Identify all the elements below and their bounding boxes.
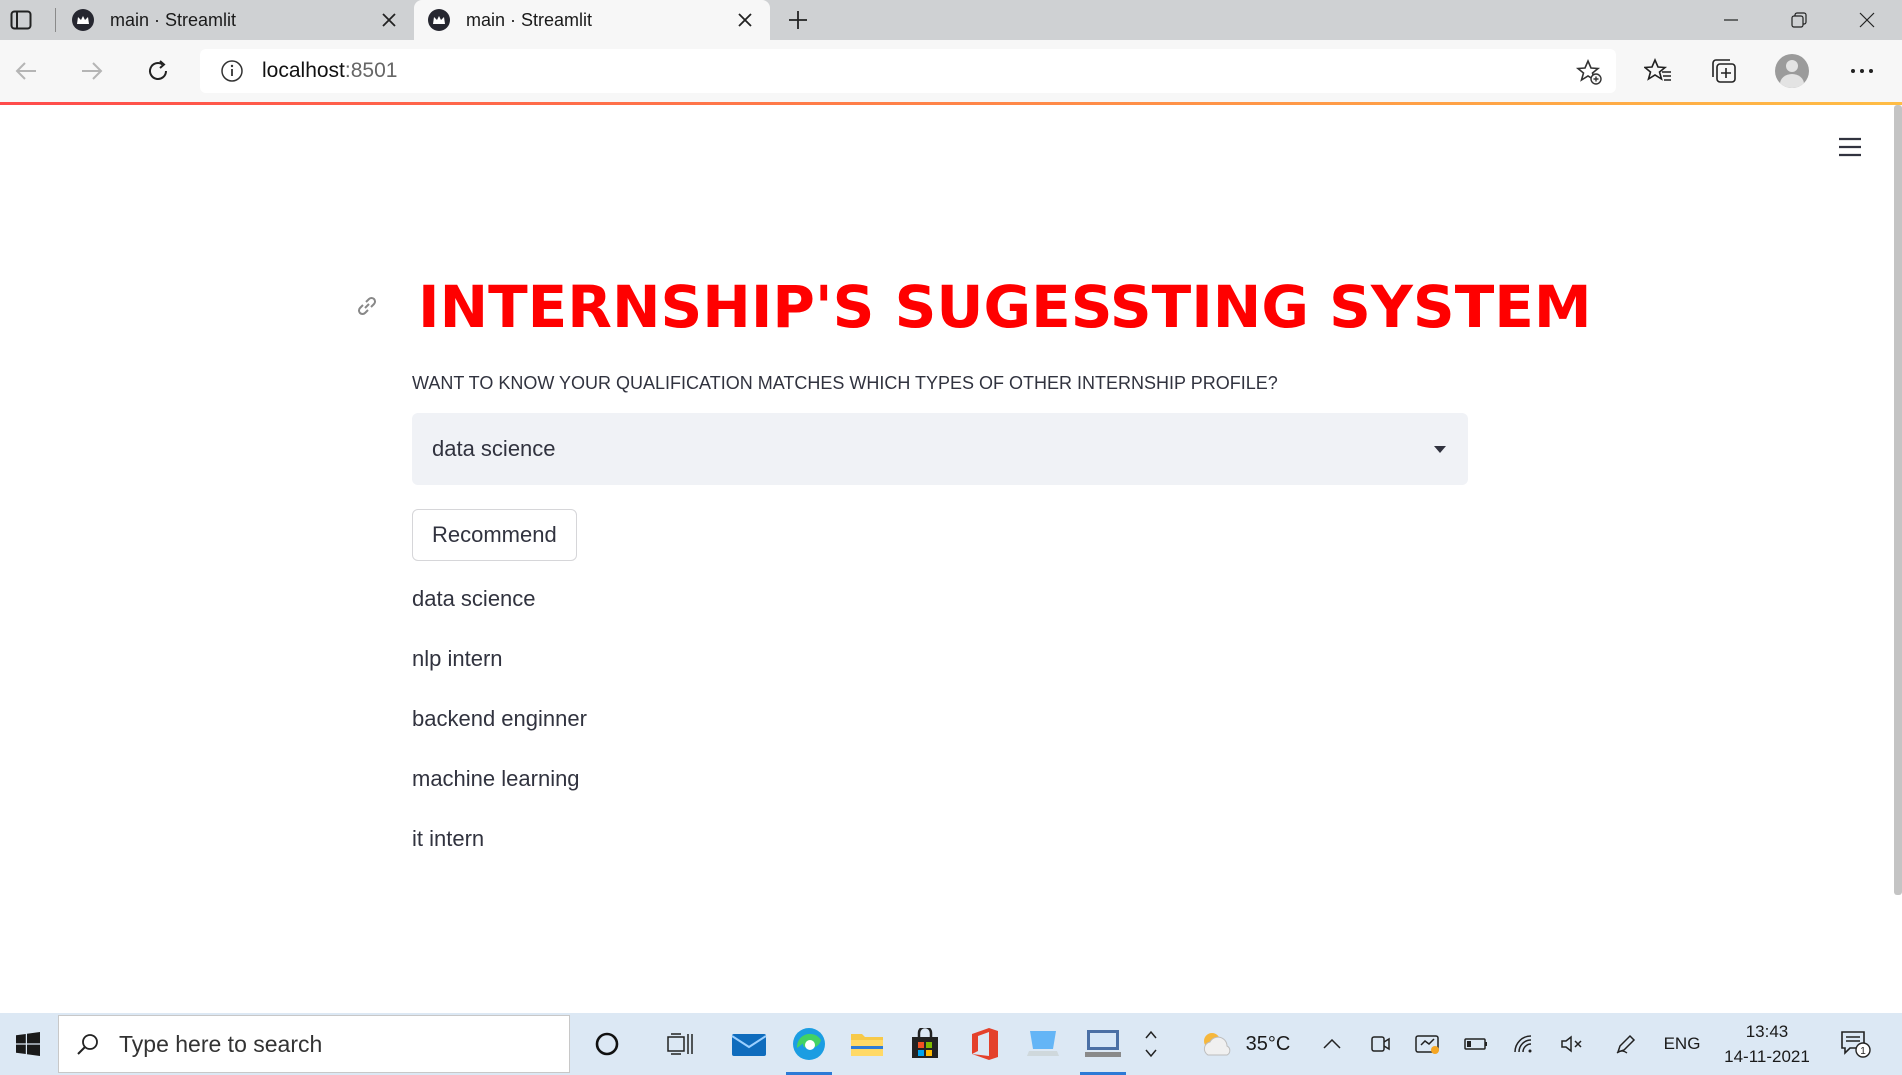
volume-muted-icon[interactable] xyxy=(1556,1013,1588,1075)
tab-actions-icon[interactable] xyxy=(6,6,36,34)
profile-avatar-icon[interactable] xyxy=(1772,51,1812,91)
microsoft-store-icon[interactable] xyxy=(896,1013,954,1075)
list-item: nlp intern xyxy=(412,646,503,671)
input-language[interactable]: ENG xyxy=(1660,1013,1704,1075)
recommend-button[interactable]: Recommend xyxy=(412,509,577,561)
streamlit-favicon-icon xyxy=(428,9,450,31)
show-hidden-icons-chevron-icon[interactable] xyxy=(1316,1013,1348,1075)
more-options-icon[interactable] xyxy=(1842,51,1882,91)
new-tab-button[interactable] xyxy=(782,4,814,36)
meet-now-icon[interactable] xyxy=(1364,1013,1396,1075)
cortana-icon[interactable] xyxy=(578,1013,636,1075)
taskbar-search-box[interactable]: Type here to search xyxy=(58,1015,570,1073)
browser-tab-strip: main · Streamlit main · Streamlit xyxy=(0,0,1902,40)
recommendation-list: data science nlp intern backend enginner… xyxy=(412,585,587,885)
clock-time: 13:43 xyxy=(1745,1022,1789,1041)
office-icon[interactable] xyxy=(956,1013,1014,1075)
chevron-down-icon xyxy=(1432,441,1448,457)
url-port: :8501 xyxy=(344,59,398,82)
this-pc-icon[interactable] xyxy=(1014,1013,1072,1075)
mail-app-icon[interactable] xyxy=(720,1013,778,1075)
taskbar-clock[interactable]: 13:43 14-11-2021 xyxy=(1712,1019,1822,1069)
pen-workspace-icon[interactable] xyxy=(1610,1013,1642,1075)
close-tab-icon[interactable] xyxy=(734,9,756,31)
streamlit-favicon-icon xyxy=(72,9,94,31)
browser-tab-1[interactable]: main · Streamlit xyxy=(58,0,414,40)
notifications-icon[interactable]: 1 xyxy=(1836,1013,1876,1075)
close-window-icon[interactable] xyxy=(1834,0,1900,40)
browser-toolbar: localhost:8501 xyxy=(0,40,1902,102)
page-scrollbar[interactable] xyxy=(1894,105,1902,895)
list-item: backend enginner xyxy=(412,706,587,731)
remote-desktop-icon[interactable] xyxy=(1074,1013,1132,1075)
weather-temperature[interactable]: 35°C xyxy=(1240,1013,1296,1075)
collections-icon[interactable] xyxy=(1704,51,1744,91)
add-favorite-star-icon[interactable] xyxy=(1574,57,1604,87)
windows-start-icon[interactable] xyxy=(0,1013,56,1075)
battery-icon[interactable] xyxy=(1460,1013,1492,1075)
streamlit-app: INTERNSHIP'S SUGESSTING SYSTEM WANT TO K… xyxy=(0,105,1894,1013)
search-icon xyxy=(73,1029,103,1059)
taskbar-scroll-arrows-icon[interactable] xyxy=(1138,1013,1164,1075)
close-tab-icon[interactable] xyxy=(378,9,400,31)
tab-separator xyxy=(55,8,56,32)
wifi-icon[interactable] xyxy=(1508,1013,1540,1075)
reload-icon[interactable] xyxy=(138,51,178,91)
tab-title: main · Streamlit xyxy=(110,9,237,30)
favorites-icon[interactable] xyxy=(1638,51,1678,91)
minimize-icon[interactable] xyxy=(1698,0,1764,40)
windows-taskbar: Type here to search 35°C ENG 13:43 14-11… xyxy=(0,1013,1902,1075)
onedrive-sync-icon[interactable] xyxy=(1412,1013,1444,1075)
url-host: localhost xyxy=(262,59,345,82)
restore-icon[interactable] xyxy=(1766,0,1832,40)
edge-browser-icon[interactable] xyxy=(780,1013,838,1075)
file-explorer-icon[interactable] xyxy=(838,1013,896,1075)
forward-arrow-icon[interactable] xyxy=(72,51,112,91)
list-item: it intern xyxy=(412,826,485,851)
profile-select[interactable]: data science xyxy=(412,413,1468,485)
task-view-icon[interactable] xyxy=(652,1013,710,1075)
address-bar[interactable]: localhost:8501 xyxy=(200,49,1616,93)
link-anchor-icon[interactable] xyxy=(352,291,382,321)
search-placeholder: Type here to search xyxy=(119,1030,323,1057)
select-label: WANT TO KNOW YOUR QUALIFICATION MATCHES … xyxy=(412,373,1278,393)
clock-date: 14-11-2021 xyxy=(1724,1047,1810,1066)
tab-title: main · Streamlit xyxy=(466,9,593,30)
list-item: machine learning xyxy=(412,766,580,791)
weather-icon[interactable] xyxy=(1196,1013,1236,1075)
notification-count: 1 xyxy=(1860,1046,1866,1057)
browser-tab-2-active[interactable]: main · Streamlit xyxy=(414,0,770,40)
back-arrow-icon[interactable] xyxy=(6,51,46,91)
site-info-icon[interactable] xyxy=(218,57,246,85)
list-item: data science xyxy=(412,586,536,611)
hamburger-menu-icon[interactable] xyxy=(1836,133,1864,161)
page-title: INTERNSHIP'S SUGESSTING SYSTEM xyxy=(418,273,1592,341)
select-value: data science xyxy=(432,436,556,461)
